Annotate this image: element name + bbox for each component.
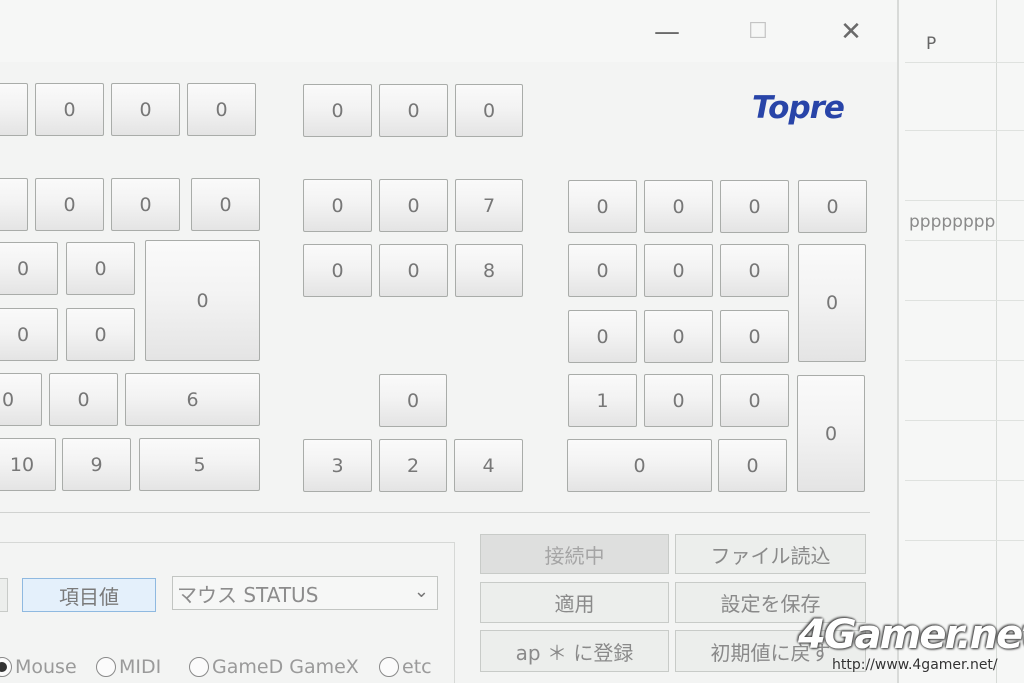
key-r5-1[interactable]: 0 — [49, 373, 118, 426]
key-r1b-0[interactable]: 0 — [303, 84, 372, 137]
key-arrow-up[interactable]: 0 — [379, 374, 447, 427]
close-icon[interactable]: ✕ — [829, 14, 873, 50]
key-num-dot[interactable]: 0 — [718, 439, 787, 492]
radio-label: MIDI — [119, 656, 162, 678]
key-num1-0[interactable]: 0 — [568, 180, 637, 233]
grid-line — [905, 360, 1024, 361]
minimize-icon[interactable]: — — [645, 14, 689, 50]
key-arrow-right[interactable]: 4 — [454, 439, 523, 492]
background-spreadsheet: P pppppppp — [895, 0, 1024, 683]
key-r1-0[interactable]: 0 — [0, 83, 28, 136]
key-num3-1[interactable]: 0 — [644, 310, 713, 363]
chevron-down-icon: ⌄ — [413, 581, 429, 602]
grid-line — [905, 200, 1024, 201]
grid-line — [905, 240, 1024, 241]
radio-label: etc — [402, 656, 432, 678]
key-r2-0[interactable]: 0 — [0, 178, 28, 231]
key-r4-1[interactable]: 0 — [66, 308, 135, 361]
watermark-logo: 4Gamer.net — [798, 612, 1024, 658]
key-num3-2[interactable]: 0 — [720, 310, 789, 363]
item-value-label: 項目値 — [22, 578, 156, 612]
spreadsheet-column-header: P — [926, 34, 937, 54]
grid-line — [905, 62, 1024, 63]
key-r6-0[interactable]: 10 — [0, 438, 56, 491]
key-arrow-down[interactable]: 2 — [379, 439, 447, 492]
key-num-enter[interactable]: 0 — [797, 375, 865, 492]
radio-mouse[interactable]: Mouse — [0, 656, 77, 678]
key-r1-1[interactable]: 0 — [35, 83, 104, 136]
grid-line — [996, 0, 997, 683]
key-r1-2[interactable]: 0 — [111, 83, 180, 136]
app-window: — ☐ ✕ Topre 0 0 0 0 0 0 0 0 0 0 0 0 0 7 … — [0, 0, 899, 683]
key-num2-0[interactable]: 0 — [568, 244, 637, 297]
radio-label: Mouse — [15, 656, 77, 678]
divider — [0, 512, 870, 513]
key-num1-2[interactable]: 0 — [720, 180, 789, 233]
title-bar: — ☐ ✕ — [0, 0, 897, 62]
apply-button[interactable]: 適用 — [480, 582, 669, 623]
key-r1b-1[interactable]: 0 — [379, 84, 448, 137]
register-ap-button[interactable]: ap ＊ に登録 — [480, 630, 669, 672]
field-stub[interactable] — [0, 578, 8, 612]
key-num-plus[interactable]: 0 — [798, 244, 866, 362]
key-shift[interactable]: 6 — [125, 373, 260, 426]
status-select-value: マウス STATUS — [177, 582, 319, 607]
key-nav1-2[interactable]: 7 — [455, 179, 523, 232]
key-r4-0[interactable]: 0 — [0, 308, 58, 361]
key-r5-0[interactable]: 0 — [0, 373, 42, 426]
key-num4-2[interactable]: 0 — [720, 374, 789, 427]
key-nav1-0[interactable]: 0 — [303, 179, 372, 232]
key-nav2-0[interactable]: 0 — [303, 244, 372, 297]
key-r2-2[interactable]: 0 — [111, 178, 180, 231]
key-r3-0[interactable]: 0 — [0, 242, 58, 295]
key-arrow-left[interactable]: 3 — [303, 439, 372, 492]
key-nav1-1[interactable]: 0 — [379, 179, 448, 232]
radio-checked-icon — [0, 657, 12, 677]
watermark-url: http://www.4gamer.net/ — [832, 657, 998, 673]
key-r1b-2[interactable]: 0 — [455, 84, 523, 137]
key-r1-3[interactable]: 0 — [187, 83, 256, 136]
radio-unchecked-icon — [379, 657, 399, 677]
radio-unchecked-icon — [96, 657, 116, 677]
maximize-icon[interactable]: ☐ — [736, 14, 780, 50]
key-nav2-2[interactable]: 8 — [455, 244, 523, 297]
radio-label: GameD GameX — [212, 656, 359, 678]
key-r6-1[interactable]: 9 — [62, 438, 131, 491]
key-nav2-1[interactable]: 0 — [379, 244, 448, 297]
key-num4-0[interactable]: 1 — [568, 374, 637, 427]
grid-line — [905, 480, 1024, 481]
grid-line — [905, 130, 1024, 131]
topre-logo: Topre — [752, 90, 845, 126]
key-num-zero[interactable]: 0 — [567, 439, 712, 492]
spreadsheet-cell-text: pppppppp — [909, 212, 996, 232]
connecting-button[interactable]: 接続中 — [480, 534, 669, 574]
key-r2-1[interactable]: 0 — [35, 178, 104, 231]
load-file-button[interactable]: ファイル読込 — [675, 534, 866, 574]
key-num1-1[interactable]: 0 — [644, 180, 713, 233]
key-num2-2[interactable]: 0 — [720, 244, 789, 297]
radio-gamed-gamex[interactable]: GameD GameX — [189, 656, 359, 678]
radio-midi[interactable]: MIDI — [96, 656, 161, 678]
key-num3-0[interactable]: 0 — [568, 310, 637, 363]
grid-line — [905, 540, 1024, 541]
grid-line — [905, 300, 1024, 301]
key-num1-3[interactable]: 0 — [798, 180, 867, 233]
key-num4-1[interactable]: 0 — [644, 374, 713, 427]
key-r2-3[interactable]: 0 — [191, 178, 260, 231]
key-r3-1[interactable]: 0 — [66, 242, 135, 295]
key-r6-2[interactable]: 5 — [139, 438, 260, 491]
grid-line — [905, 420, 1024, 421]
radio-unchecked-icon — [189, 657, 209, 677]
key-num2-1[interactable]: 0 — [644, 244, 713, 297]
key-enter[interactable]: 0 — [145, 240, 260, 361]
radio-etc[interactable]: etc — [379, 656, 432, 678]
status-select[interactable]: マウス STATUS ⌄ — [172, 576, 438, 610]
